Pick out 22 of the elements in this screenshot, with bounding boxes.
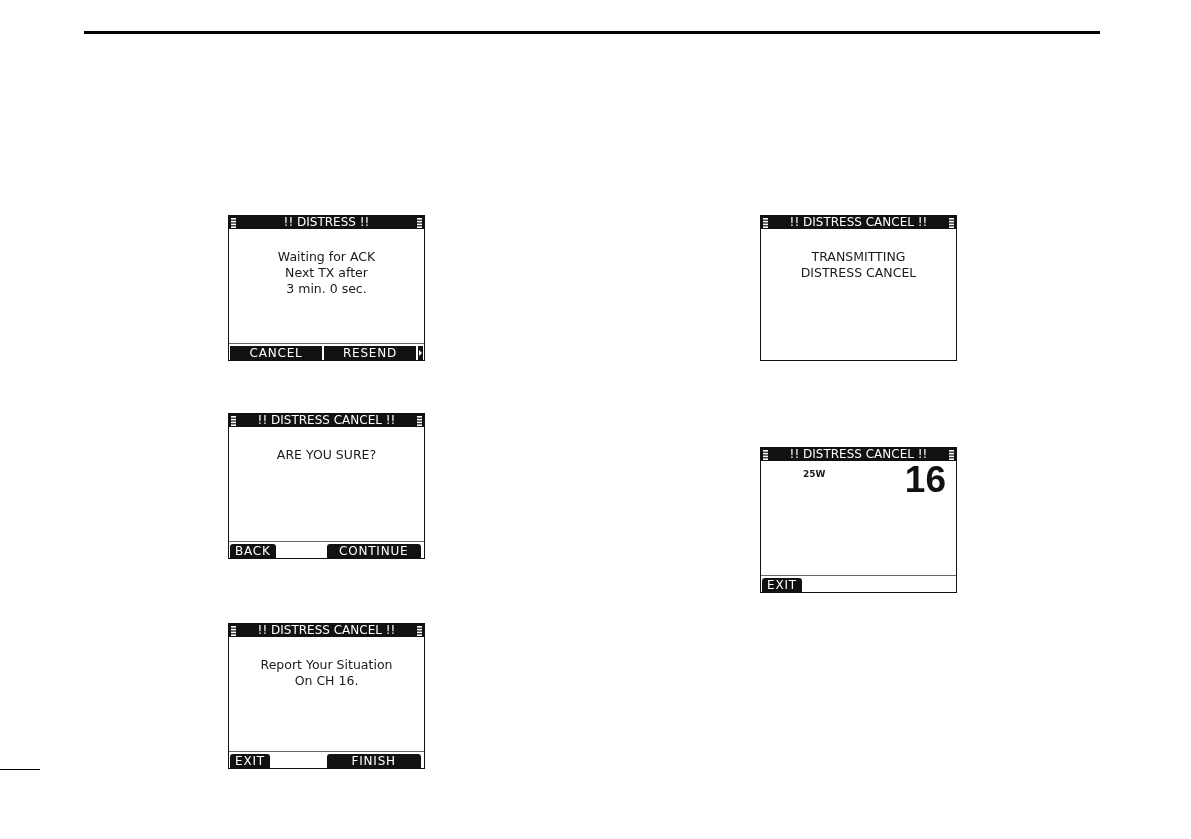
screen-title: !! DISTRESS CANCEL !! bbox=[789, 448, 928, 461]
channel-number: 16 bbox=[904, 464, 946, 495]
message-line: DISTRESS CANCEL bbox=[799, 265, 918, 281]
screen-title: !! DISTRESS CANCEL !! bbox=[789, 216, 928, 229]
softkey-button[interactable]: EXIT bbox=[762, 578, 802, 592]
power-text: 25W bbox=[803, 469, 826, 479]
message-line: 3 min. 0 sec. bbox=[285, 281, 368, 297]
message-line: On CH 16. bbox=[293, 673, 360, 689]
softkey-button[interactable]: CANCEL bbox=[230, 346, 322, 360]
softkey-button[interactable]: CONTINUE bbox=[326, 544, 421, 558]
message-line: Next TX after bbox=[284, 265, 369, 281]
message-line: Waiting for ACK bbox=[276, 249, 377, 265]
message-line: Report Your Situation bbox=[259, 657, 394, 673]
message-line: ARE YOU SURE? bbox=[275, 447, 378, 463]
softkey-button[interactable]: RESEND bbox=[324, 346, 416, 360]
screen-title: !! DISTRESS CANCEL !! bbox=[257, 624, 396, 637]
softkey-button[interactable]: FINISH bbox=[326, 754, 421, 768]
message-line: TRANSMITTING bbox=[810, 249, 907, 265]
softkey-button[interactable]: BACK bbox=[230, 544, 276, 558]
screen-title: !! DISTRESS !! bbox=[283, 216, 370, 229]
screen-title: !! DISTRESS CANCEL !! bbox=[257, 414, 396, 427]
softkey-button[interactable]: EXIT bbox=[230, 754, 270, 768]
